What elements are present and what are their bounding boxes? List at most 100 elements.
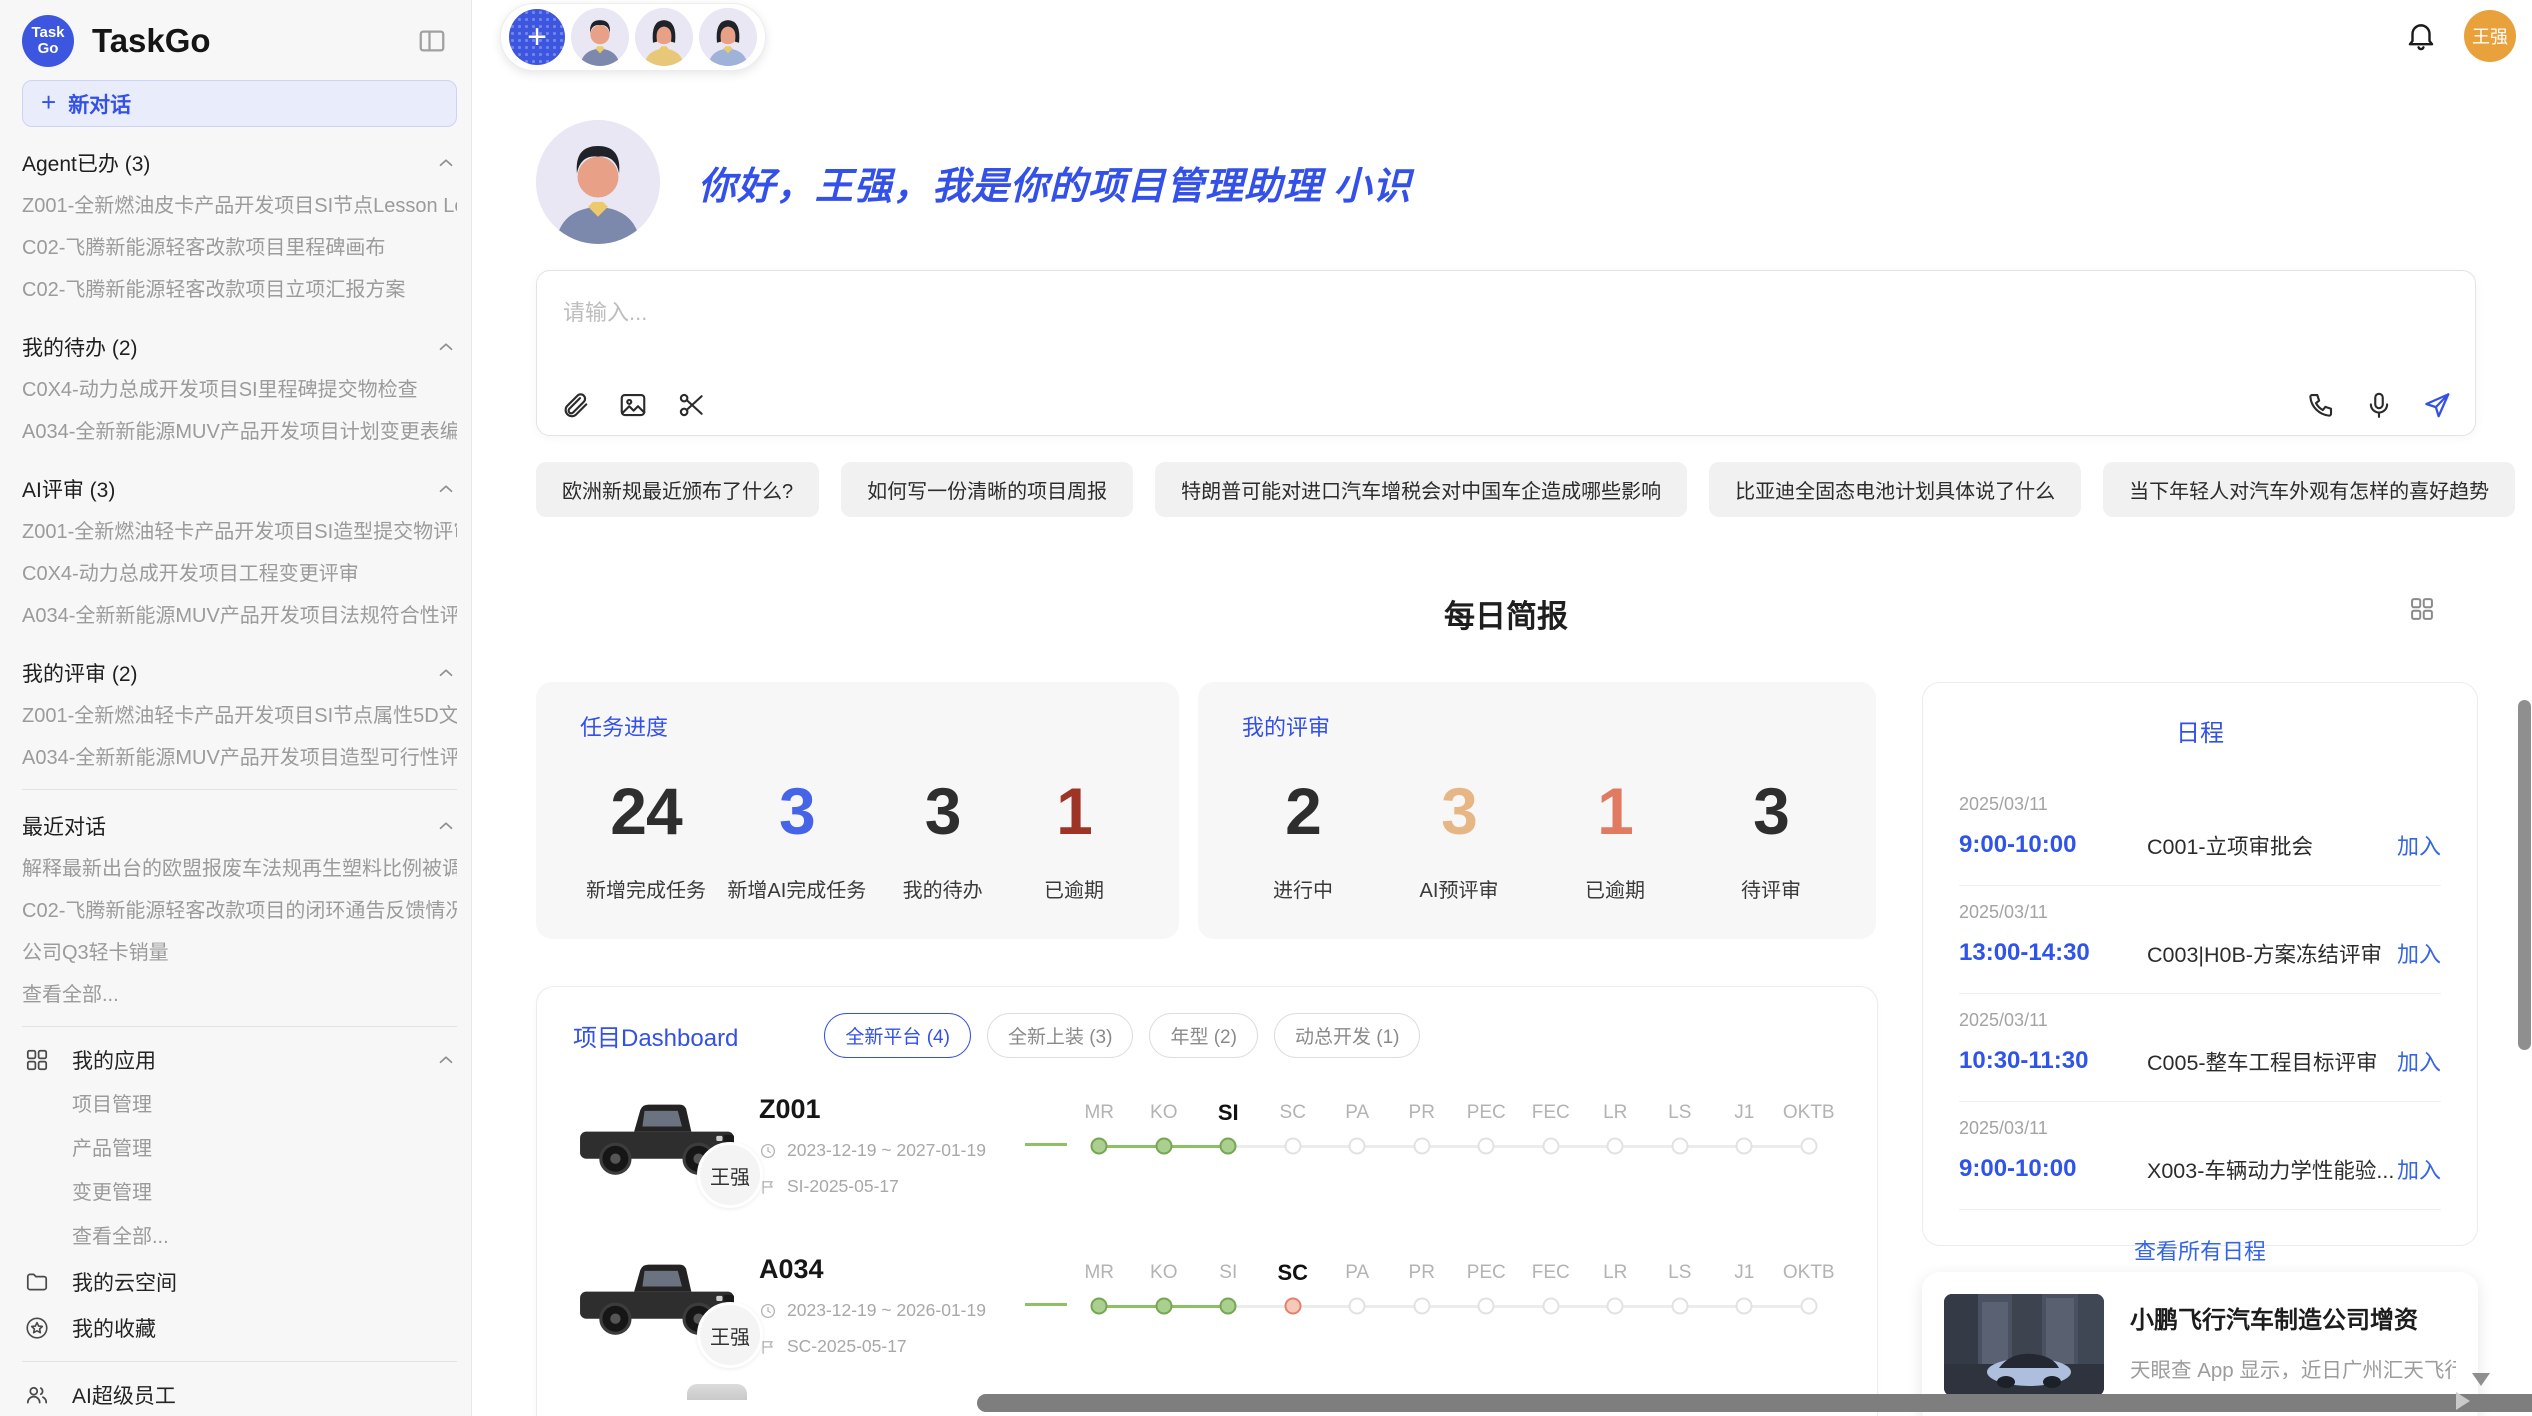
- event-join-link[interactable]: 加入: [2397, 1045, 2441, 1077]
- user-avatar[interactable]: 王强: [2464, 10, 2516, 62]
- recent-conversation-item[interactable]: 公司Q3轻卡销量: [22, 932, 457, 974]
- sidebar-task-item[interactable]: C0X4-动力总成开发项目工程变更评审: [22, 553, 457, 595]
- recent-conversation-item[interactable]: 解释最新出台的欧盟报废车法规再生塑料比例被调至15%...: [22, 848, 457, 890]
- event-time: 9:00-10:00: [1959, 831, 2147, 859]
- chevron-up-icon[interactable]: [435, 152, 457, 174]
- microphone-icon[interactable]: [2363, 389, 2395, 421]
- news-snippet: 天眼查 App 显示，近日广州汇天飞行汽: [2130, 1353, 2456, 1383]
- vertical-scrollbar-thumb[interactable]: [2518, 700, 2531, 1050]
- suggestion-chip[interactable]: 欧洲新规最近颁布了什么?: [536, 462, 819, 517]
- sidebar-collapse-icon[interactable]: [415, 24, 449, 58]
- sidebar-section-header[interactable]: 我的待办 (2): [22, 325, 457, 369]
- milestone-label: MR: [1067, 1258, 1132, 1290]
- sidebar-app-item[interactable]: 变更管理: [22, 1171, 457, 1215]
- chevron-up-icon[interactable]: [435, 336, 457, 358]
- view-all-schedule-link[interactable]: 查看所有日程: [1959, 1234, 2441, 1266]
- suggestion-chip[interactable]: 特朗普可能对进口汽车增税会对中国车企造成哪些影响: [1155, 462, 1687, 517]
- send-icon[interactable]: [2421, 389, 2453, 421]
- project-row[interactable]: 王强Z0012023-12-19 ~ 2027-01-19SI-2025-05-…: [573, 1088, 1841, 1218]
- suggestion-chip[interactable]: 比亚迪全固态电池计划具体说了什么: [1709, 462, 2081, 517]
- sidebar-task-item[interactable]: Z001-全新燃油皮卡产品开发项目SI节点Lesson Learn报告: [22, 185, 457, 227]
- milestone-label: KO: [1132, 1258, 1197, 1290]
- assistant-avatar-1[interactable]: [571, 8, 629, 66]
- recent-conversation-item[interactable]: C02-飞腾新能源轻客改款项目的闭环通告反馈情况: [22, 890, 457, 932]
- milestone: LR: [1583, 1098, 1648, 1156]
- app-logo: Task Go: [22, 15, 74, 67]
- sidebar-task-item[interactable]: C0X4-动力总成开发项目SI里程碑提交物检查: [22, 369, 457, 411]
- sidebar-recent-header[interactable]: 最近对话: [22, 804, 457, 848]
- project-info: Z0012023-12-19 ~ 2027-01-19SI-2025-05-17: [759, 1088, 1025, 1197]
- sidebar-section-header[interactable]: Agent已办 (3): [22, 141, 457, 185]
- suggestion-chips: 欧洲新规最近颁布了什么? 如何写一份清晰的项目周报特朗普可能对进口汽车增税会对中国…: [536, 462, 2476, 517]
- scroll-right-arrow[interactable]: [2456, 1392, 2470, 1410]
- sidebar-task-item[interactable]: Z001-全新燃油轻卡产品开发项目SI节点属性5D文件评审: [22, 695, 457, 737]
- image-upload-icon[interactable]: [617, 389, 649, 421]
- sidebar-task-item[interactable]: A034-全新新能源MUV产品开发项目法规符合性评审: [22, 595, 457, 637]
- sidebar-tool-item[interactable]: AI超级员工: [22, 1372, 457, 1416]
- chevron-up-icon[interactable]: [435, 478, 457, 500]
- assistant-avatar-2[interactable]: [635, 8, 693, 66]
- dashboard-filter-chip[interactable]: 全新平台 (4): [824, 1013, 971, 1058]
- attachment-icon[interactable]: [559, 389, 591, 421]
- scissors-icon[interactable]: [675, 389, 707, 421]
- assistant-avatar-3[interactable]: [699, 8, 757, 66]
- event-time: 10:30-11:30: [1959, 1047, 2147, 1075]
- schedule-title: 日程: [1959, 713, 2441, 748]
- milestone-label: LS: [1648, 1258, 1713, 1290]
- news-title: 小鹏飞行汽车制造公司增资: [2130, 1300, 2456, 1335]
- sidebar-item-cloud-space[interactable]: 我的云空间: [22, 1259, 457, 1305]
- sidebar: Task Go TaskGo + 新对话 Agent已办 (3)Z001-全新燃…: [0, 0, 472, 1416]
- dashboard-filter-chip[interactable]: 全新上装 (3): [987, 1013, 1134, 1058]
- event-join-link[interactable]: 加入: [2397, 937, 2441, 969]
- sidebar-section-header[interactable]: AI评审 (3): [22, 467, 457, 511]
- horizontal-scrollbar-thumb[interactable]: [977, 1394, 2532, 1412]
- milestone: MR: [1067, 1098, 1132, 1156]
- project-row[interactable]: 王强A0342023-12-19 ~ 2026-01-19SC-2025-05-…: [573, 1248, 1841, 1378]
- suggestion-chip[interactable]: 当下年轻人对汽车外观有怎样的喜好趋势: [2103, 462, 2515, 517]
- briefing-layout-icon[interactable]: [2408, 595, 2436, 623]
- sidebar-task-item[interactable]: C02-飞腾新能源轻客改款项目立项汇报方案: [22, 269, 457, 311]
- chevron-up-icon[interactable]: [435, 662, 457, 684]
- event-date: 2025/03/11: [1959, 1010, 2441, 1031]
- add-assistant-button[interactable]: +: [509, 9, 565, 65]
- sidebar-section-header[interactable]: 我的评审 (2): [22, 651, 457, 695]
- sidebar-recent: 最近对话解释最新出台的欧盟报废车法规再生塑料比例被调至15%...C02-飞腾新…: [22, 804, 457, 1016]
- sidebar-task-item[interactable]: Z001-全新燃油轻卡产品开发项目SI造型提交物评审: [22, 511, 457, 553]
- stat-value: 2: [1248, 778, 1358, 844]
- event-join-link[interactable]: 加入: [2397, 1153, 2441, 1185]
- sidebar-app-item[interactable]: 产品管理: [22, 1127, 457, 1171]
- stat: 2进行中: [1248, 778, 1358, 903]
- scroll-down-arrow[interactable]: [2472, 1373, 2490, 1386]
- project-owner-badge: 王强: [697, 1302, 763, 1368]
- right-column: 日程 2025/03/119:00-10:00C001-立项审批会加入2025/…: [1922, 682, 2478, 1416]
- composer-input[interactable]: [563, 295, 2449, 375]
- stat: 24新增完成任务: [586, 778, 706, 903]
- stat-value: 3: [888, 778, 998, 844]
- sidebar-item-my-apps[interactable]: 我的应用: [22, 1037, 457, 1083]
- dashboard-filter-chip[interactable]: 动总开发 (1): [1274, 1013, 1421, 1058]
- divider: [22, 1361, 457, 1362]
- sidebar-task-item[interactable]: C02-飞腾新能源轻客改款项目里程碑画布: [22, 227, 457, 269]
- milestone-dot: [1736, 1298, 1753, 1315]
- milestone: SC: [1261, 1098, 1326, 1156]
- apps-view-all-link[interactable]: 查看全部...: [22, 1215, 457, 1259]
- new-chat-button[interactable]: + 新对话: [22, 80, 457, 127]
- chevron-up-icon[interactable]: [435, 1049, 457, 1071]
- event-join-link[interactable]: 加入: [2397, 829, 2441, 861]
- milestone-label: FEC: [1519, 1258, 1584, 1290]
- sidebar-app-item[interactable]: 项目管理: [22, 1083, 457, 1127]
- sidebar-task-item[interactable]: A034-全新新能源MUV产品开发项目计划变更表编写: [22, 411, 457, 453]
- recent-view-all-link[interactable]: 查看全部...: [22, 974, 457, 1016]
- sidebar-item-favorites[interactable]: 我的收藏: [22, 1305, 457, 1351]
- suggestion-chip[interactable]: 如何写一份清晰的项目周报: [841, 462, 1133, 517]
- project-media: 王强: [573, 1088, 759, 1192]
- milestone-dot: [1800, 1138, 1817, 1155]
- notification-bell-icon[interactable]: [2404, 19, 2438, 53]
- divider: [22, 1026, 457, 1027]
- sidebar-task-item[interactable]: A034-全新新能源MUV产品开发项目造型可行性评审: [22, 737, 457, 779]
- dashboard-filter-chip[interactable]: 年型 (2): [1149, 1013, 1258, 1058]
- event-title: C001-立项审批会: [2147, 830, 2397, 861]
- milestone-dot: [1284, 1298, 1301, 1315]
- chevron-up-icon[interactable]: [435, 815, 457, 837]
- phone-icon[interactable]: [2305, 389, 2337, 421]
